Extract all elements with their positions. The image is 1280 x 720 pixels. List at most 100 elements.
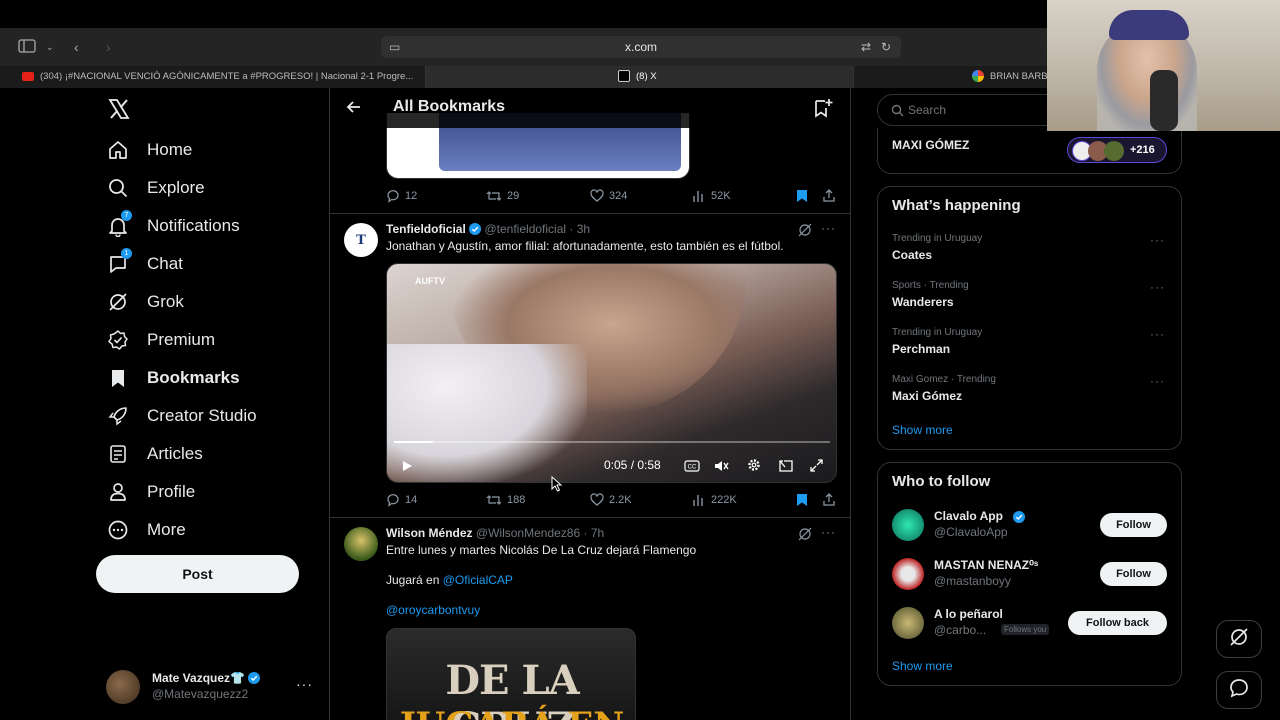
nav-articles[interactable]: Articles [106, 439, 203, 469]
address-bar[interactable]: ▭ x.com ⇄ ↻ [381, 36, 901, 58]
views-button[interactable]: 52K [692, 189, 731, 203]
follow-suggestion[interactable]: MASTAN NENAZ⁰ˢ @mastanboyy Follow [878, 556, 1181, 596]
home-icon [106, 138, 130, 162]
suggestion-handle: @mastanboyy [934, 574, 1011, 588]
forward-icon[interactable]: › [106, 39, 111, 55]
nav-more[interactable]: More [106, 515, 186, 545]
back-icon[interactable]: ‹ [74, 39, 79, 55]
x-icon [618, 70, 630, 83]
community-card[interactable]: MAXI GÓMEZ +216 [877, 128, 1182, 174]
reload-icon[interactable]: ↻ [881, 40, 891, 54]
picture-in-picture-icon[interactable] [779, 459, 793, 477]
video-progress-track[interactable] [394, 441, 830, 443]
share-button[interactable] [822, 493, 841, 507]
tab-youtube[interactable]: (304) ¡#NACIONAL VENCIÓ AGÓNICAMENTE a #… [0, 66, 426, 88]
grok-icon[interactable] [798, 527, 812, 546]
trend-more-icon[interactable]: ··· [1150, 374, 1165, 388]
mention-link[interactable]: @oroycarbontvuy [386, 603, 480, 617]
tweet-video-player[interactable]: AUFTV 0:05 / 0:58 CC [386, 263, 837, 483]
author-name[interactable]: Tenfieldoficial [386, 222, 466, 236]
video-watermark: AUFTV [415, 276, 445, 286]
share-button[interactable] [822, 189, 841, 203]
nav-profile[interactable]: Profile [106, 477, 195, 507]
author-name[interactable]: Wilson Méndez [386, 526, 473, 540]
nav-label: Explore [147, 178, 205, 197]
tab-x[interactable]: (8) X [426, 66, 853, 88]
google-icon [972, 70, 984, 83]
trend-more-icon[interactable]: ··· [1150, 327, 1165, 341]
views-count: 222K [711, 494, 737, 506]
author-handle[interactable]: @tenfieldoficial [484, 222, 566, 236]
bookmark-folder-add-icon[interactable] [813, 98, 833, 123]
grok-icon[interactable] [798, 223, 812, 242]
bookmark-button[interactable] [796, 189, 813, 203]
views-button[interactable]: 222K [692, 493, 737, 507]
mention-link[interactable]: @OficialCAP [443, 573, 513, 587]
nav-notifications[interactable]: 7 Notifications [106, 210, 240, 241]
nav-explore[interactable]: Explore [106, 173, 205, 203]
reply-button[interactable]: 12 [386, 189, 417, 203]
nav-label: More [147, 520, 186, 539]
trend-item[interactable]: Sports · Trending Wanderers ··· [878, 278, 1181, 322]
like-button[interactable]: 2.2K [590, 493, 632, 507]
account-switcher[interactable]: Mate Vazquez👕 @Matevazquezz2 ··· [106, 668, 316, 704]
search-icon [891, 104, 904, 122]
trend-item[interactable]: Maxi Gomez · Trending Maxi Gómez ··· [878, 372, 1181, 416]
svg-text:CC: CC [688, 465, 697, 471]
trend-meta: Trending in Uruguay [892, 233, 983, 244]
repost-button[interactable]: 188 [486, 493, 525, 507]
sidebar-toggle-icon[interactable] [18, 39, 36, 56]
avatar[interactable]: T [344, 223, 378, 257]
repost-count: 188 [507, 494, 526, 506]
play-icon[interactable] [401, 459, 413, 477]
follow-suggestion[interactable]: Clavalo App @ClavaloApp Follow [878, 507, 1181, 547]
nav-home[interactable]: Home [106, 135, 192, 165]
show-more-link[interactable]: Show more [892, 423, 953, 437]
tweet-time[interactable]: · 7h [583, 526, 604, 540]
account-more-icon[interactable]: ··· [296, 676, 313, 692]
verified-badge-icon [1013, 510, 1025, 528]
chevron-down-icon[interactable]: ⌄ [46, 39, 54, 55]
reply-button[interactable]: 14 [386, 493, 417, 507]
suggestion-name: A lo peñarol [934, 607, 1003, 621]
translate-icon[interactable]: ⇄ [861, 40, 871, 54]
nav-creator-studio[interactable]: Creator Studio [106, 401, 257, 431]
like-button[interactable]: 324 [590, 189, 627, 203]
trend-item[interactable]: Trending in Uruguay Perchman ··· [878, 325, 1181, 369]
x-logo-icon[interactable] [108, 98, 130, 120]
nav-label: Notifications [147, 216, 240, 235]
follow-button[interactable]: Follow [1100, 513, 1167, 537]
tweet-more-icon[interactable]: ··· [821, 525, 836, 539]
nav-grok[interactable]: Grok [106, 287, 184, 317]
member-avatar [1104, 141, 1124, 161]
tab-label: BRIAN BARB [990, 71, 1048, 82]
bookmark-button[interactable] [796, 493, 813, 507]
author-handle[interactable]: @WilsonMendez86 [476, 526, 580, 540]
nav-bookmarks[interactable]: Bookmarks [106, 363, 240, 393]
grok-fab-button[interactable] [1216, 620, 1262, 658]
trend-more-icon[interactable]: ··· [1150, 233, 1165, 247]
notification-badge: 7 [121, 210, 132, 221]
follow-suggestion[interactable]: A lo peñarol @carbo... Follows you Follo… [878, 605, 1181, 645]
trend-item[interactable]: Trending in Uruguay Coates ··· [878, 231, 1181, 275]
repost-button[interactable]: 29 [486, 189, 519, 203]
show-more-link[interactable]: Show more [892, 659, 953, 673]
tweet-actions: 14 188 2.2K 222K [386, 493, 842, 509]
back-arrow-icon[interactable] [346, 99, 362, 120]
trend-more-icon[interactable]: ··· [1150, 280, 1165, 294]
post-button[interactable]: Post [96, 555, 299, 593]
messages-fab-button[interactable] [1216, 671, 1262, 709]
fullscreen-icon[interactable] [810, 459, 823, 477]
nav-premium[interactable]: Premium [106, 325, 215, 355]
captions-icon[interactable]: CC [684, 459, 700, 477]
follow-back-button[interactable]: Follow back [1068, 611, 1167, 635]
settings-gear-icon[interactable] [747, 458, 761, 477]
community-members[interactable]: +216 [1067, 137, 1167, 163]
avatar[interactable] [344, 527, 378, 561]
tweet-media-image[interactable]: DE LA CRUZ JUGARÁ EN [386, 628, 636, 720]
nav-chat[interactable]: 1 Chat [106, 248, 183, 279]
tweet-time[interactable]: · 3h [569, 222, 590, 236]
tweet-more-icon[interactable]: ··· [821, 221, 836, 235]
follow-button[interactable]: Follow [1100, 562, 1167, 586]
volume-icon[interactable] [714, 459, 730, 477]
